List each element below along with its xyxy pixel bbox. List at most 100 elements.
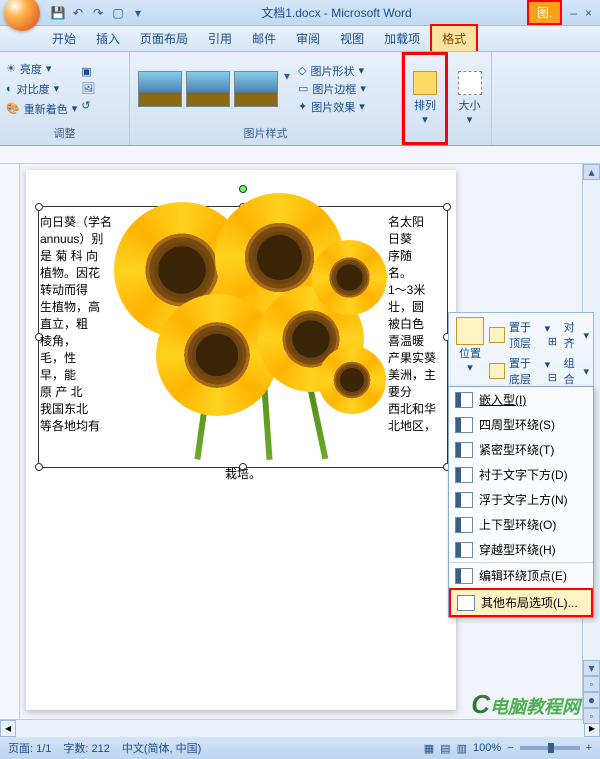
view-read-icon[interactable]: ▤ [440, 742, 450, 755]
wrap-through[interactable]: 穿越型环绕(H) [449, 537, 593, 562]
wrap-square[interactable]: 四周型环绕(S) [449, 412, 593, 437]
style-thumb-1[interactable] [138, 71, 182, 107]
send-back-icon [489, 363, 505, 379]
wrap-topbottom[interactable]: 上下型环绕(O) [449, 512, 593, 537]
position-icon[interactable] [456, 317, 484, 345]
wrap-through-icon [455, 542, 473, 558]
browse-object-icon[interactable]: ● [583, 692, 600, 708]
group-arrange[interactable]: 排列▾ [402, 52, 448, 145]
group-picture-styles: ▾ ◇ 图片形状 ▾ ▭ 图片边框 ▾ ✦ 图片效果 ▾ 图片样式 [130, 52, 402, 145]
recolor-button[interactable]: 🎨 重新着色 ▾ [6, 101, 77, 117]
status-words[interactable]: 字数: 212 [63, 740, 109, 756]
zoom-in-button[interactable]: + [586, 742, 592, 754]
status-language[interactable]: 中文(简体, 中国) [122, 740, 201, 756]
wrap-topbottom-icon [455, 517, 473, 533]
view-web-icon[interactable]: ▥ [457, 742, 467, 755]
tab-insert[interactable]: 插入 [86, 26, 130, 51]
group-size: 大小▾ [448, 52, 492, 145]
wrap-tight-icon [455, 442, 473, 458]
brightness-button[interactable]: ☀ 亮度 ▾ [6, 61, 77, 77]
position-button[interactable]: 位置 [453, 345, 487, 361]
vertical-ruler[interactable] [0, 164, 20, 719]
flower [327, 355, 377, 405]
window-title: 文档1.docx - Microsoft Word [146, 4, 527, 21]
group-adjust: ☀ 亮度 ▾ ◐ 对比度 ▾ 🎨 重新着色 ▾ ▣ 🖼 ↺ 调整 [0, 52, 130, 145]
wrap-behind[interactable]: 衬于文字下方(D) [449, 462, 593, 487]
style-gallery-more-icon[interactable]: ▾ [280, 69, 294, 109]
wrap-more-icon [457, 595, 475, 611]
send-back-button[interactable]: 置于底层 [509, 355, 541, 387]
group-button[interactable]: 组合 [564, 355, 580, 387]
scroll-down-icon[interactable]: ▾ [583, 660, 600, 676]
rotate-handle[interactable] [239, 185, 247, 193]
group-adjust-label: 调整 [6, 123, 123, 143]
wrap-inline[interactable]: 嵌入型(I) [449, 387, 593, 412]
contrast-button[interactable]: ◐ 对比度 ▾ [6, 81, 77, 97]
view-print-icon[interactable]: ▦ [424, 742, 434, 755]
new-icon[interactable]: ▢ [110, 5, 126, 21]
align-button[interactable]: 对齐 [564, 319, 580, 351]
scroll-left-icon[interactable]: ◂ [0, 720, 16, 737]
redo-icon[interactable]: ↷ [90, 5, 106, 21]
horizontal-scrollbar[interactable]: ◂ ▸ [0, 719, 600, 737]
horizontal-ruler[interactable] [0, 146, 600, 164]
picture-border-button[interactable]: ▭ 图片边框 ▾ [298, 81, 366, 97]
zoom-slider[interactable] [520, 746, 580, 750]
tab-addins[interactable]: 加载项 [374, 26, 430, 51]
title-bar: 💾 ↶ ↷ ▢ ▾ 文档1.docx - Microsoft Word 图. –… [0, 0, 600, 26]
tab-layout[interactable]: 页面布局 [130, 26, 198, 51]
picture-effects-button[interactable]: ✦ 图片效果 ▾ [298, 99, 366, 115]
wrap-edit-icon [455, 568, 473, 584]
quick-access-toolbar: 💾 ↶ ↷ ▢ ▾ [50, 5, 146, 21]
status-bar: 页面: 1/1 字数: 212 中文(简体, 中国) ▦ ▤ ▥ 100% − … [0, 737, 600, 759]
wrap-tight[interactable]: 紧密型环绕(T) [449, 437, 593, 462]
compress-icon[interactable]: ▣ [81, 65, 95, 78]
context-tab-picture[interactable]: 图. [527, 0, 562, 25]
wrap-square-icon [455, 417, 473, 433]
flower [172, 310, 262, 400]
prev-page-icon[interactable]: ◦ [583, 676, 600, 692]
style-thumb-3[interactable] [234, 71, 278, 107]
zoom-level[interactable]: 100% [473, 742, 501, 754]
arrange-button[interactable]: 排列▾ [405, 67, 445, 130]
wrap-inline-icon [455, 392, 473, 408]
tab-view[interactable]: 视图 [330, 26, 374, 51]
close-icon[interactable]: × [585, 6, 592, 20]
sunflower-image[interactable] [112, 210, 382, 460]
resize-handle-tr[interactable] [443, 203, 451, 211]
qat-dropdown-icon[interactable]: ▾ [130, 5, 146, 21]
tab-format[interactable]: 格式 [430, 24, 478, 51]
next-page-icon[interactable]: ◦ [583, 708, 600, 724]
text-wrap-dropdown: 嵌入型(I) 四周型环绕(S) 紧密型环绕(T) 衬于文字下方(D) 浮于文字上… [448, 386, 594, 618]
change-picture-icon[interactable]: 🖼 [81, 82, 95, 95]
tab-home[interactable]: 开始 [42, 26, 86, 51]
ribbon-tabs: 开始 插入 页面布局 引用 邮件 审阅 视图 加载项 格式 [0, 26, 600, 52]
status-page[interactable]: 页面: 1/1 [8, 740, 51, 756]
tab-references[interactable]: 引用 [198, 26, 242, 51]
size-button[interactable]: 大小▾ [450, 67, 490, 130]
ribbon: ☀ 亮度 ▾ ◐ 对比度 ▾ 🎨 重新着色 ▾ ▣ 🖼 ↺ 调整 ▾ ◇ 图片形… [0, 52, 600, 146]
wrap-more-options[interactable]: 其他布局选项(L)... [449, 588, 593, 617]
style-thumb-2[interactable] [186, 71, 230, 107]
wrap-front[interactable]: 浮于文字上方(N) [449, 487, 593, 512]
wrap-edit-points[interactable]: 编辑环绕顶点(E) [449, 562, 593, 588]
minimize-icon[interactable]: – [570, 6, 577, 20]
page[interactable]: 向日葵（学名 annuus）别 是 菊 科 向 植物。因花 转动而得 生植物，高… [26, 170, 456, 710]
document-area: 向日葵（学名 annuus）别 是 菊 科 向 植物。因花 转动而得 生植物，高… [0, 164, 600, 719]
arrange-icon [413, 71, 437, 95]
body-text-left: 向日葵（学名 annuus）别 是 菊 科 向 植物。因花 转动而得 生植物，高… [40, 214, 112, 435]
group-styles-label: 图片样式 [136, 123, 395, 143]
flower [322, 250, 377, 305]
picture-shape-button[interactable]: ◇ 图片形状 ▾ [298, 63, 366, 79]
reset-picture-icon[interactable]: ↺ [81, 99, 95, 112]
scroll-up-icon[interactable]: ▴ [583, 164, 600, 180]
resize-handle-tl[interactable] [35, 203, 43, 211]
undo-icon[interactable]: ↶ [70, 5, 86, 21]
tab-review[interactable]: 审阅 [286, 26, 330, 51]
body-text-bottom: 栽培。 [40, 466, 446, 483]
zoom-out-button[interactable]: − [507, 742, 513, 754]
wrap-behind-icon [455, 467, 473, 483]
bring-front-button[interactable]: 置于顶层 [509, 319, 541, 351]
tab-mail[interactable]: 邮件 [242, 26, 286, 51]
save-icon[interactable]: 💾 [50, 5, 66, 21]
